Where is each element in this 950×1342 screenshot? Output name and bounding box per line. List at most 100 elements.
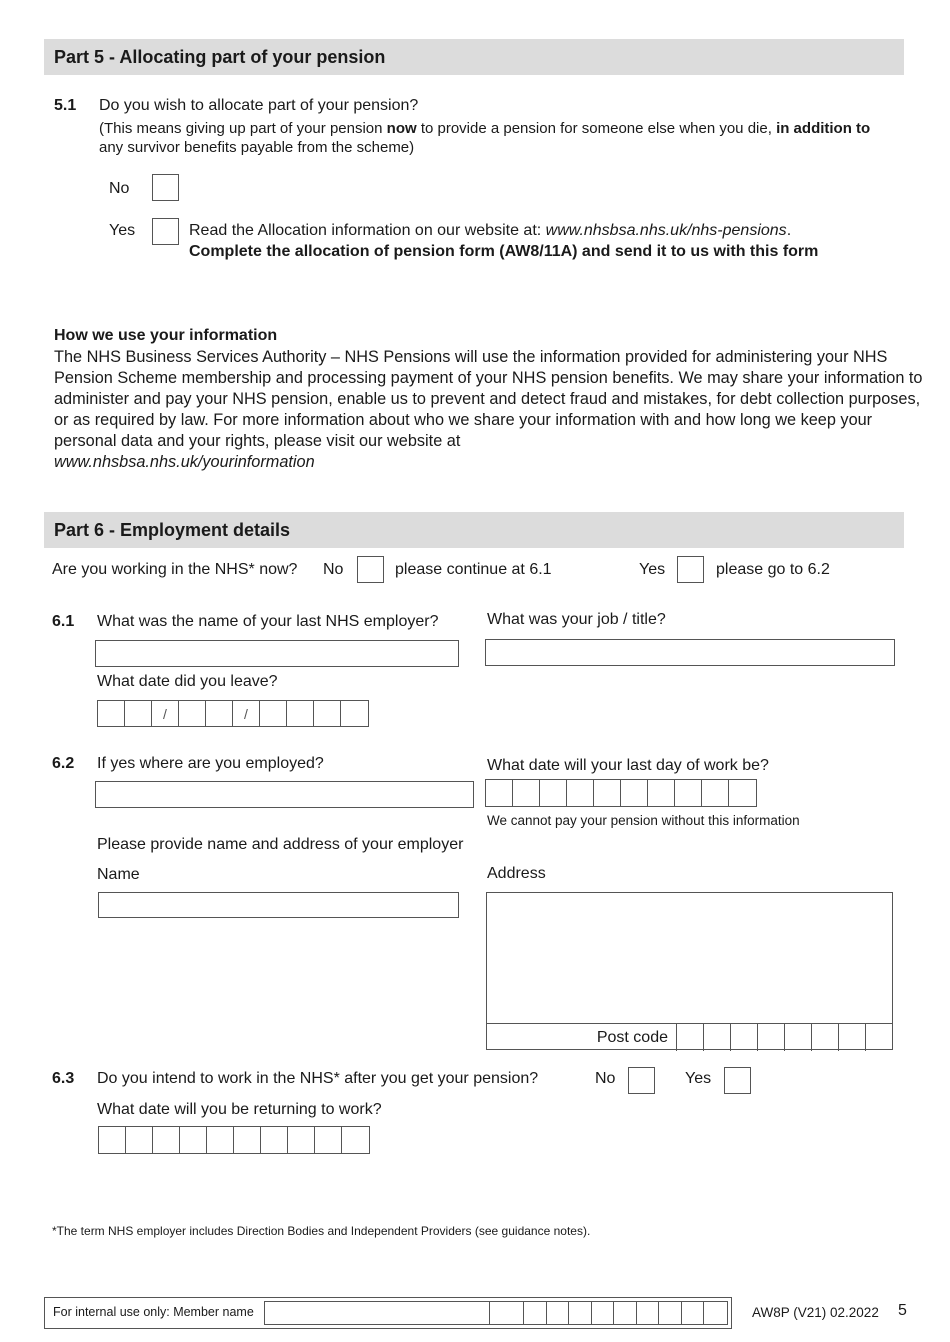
q61-employer-label: What was the name of your last NHS emplo…	[97, 613, 439, 630]
digit-cell[interactable]: /	[233, 701, 260, 726]
q51-number: 5.1	[54, 97, 77, 114]
postcode-cell[interactable]	[785, 1024, 812, 1051]
digit-cell[interactable]	[567, 780, 594, 806]
digit-cell[interactable]	[490, 1302, 524, 1324]
q63-yes-checkbox[interactable]	[724, 1067, 751, 1094]
digit-cell[interactable]	[486, 780, 513, 806]
digit-cell[interactable]	[648, 780, 675, 806]
q62-address-label: Address	[487, 865, 546, 882]
digit-cell[interactable]	[614, 1302, 637, 1324]
digit-cell[interactable]	[261, 1127, 288, 1153]
working-no-label: No	[323, 561, 344, 578]
working-yes-label: Yes	[639, 561, 666, 578]
q62-last-day-note: We cannot pay your pension without this …	[487, 813, 800, 828]
internal-use-label: For internal use only: Member name	[53, 1305, 254, 1319]
digit-cell[interactable]: /	[152, 701, 179, 726]
q51-yes-instruction: Complete the allocation of pension form …	[189, 243, 819, 260]
q63-yes-label: Yes	[685, 1070, 712, 1087]
leave-date-input[interactable]: / /	[97, 700, 369, 727]
current-employer-input[interactable]	[95, 781, 474, 808]
digit-cell[interactable]	[524, 1302, 547, 1324]
postcode-cell[interactable]	[704, 1024, 731, 1051]
digit-cell[interactable]	[342, 1127, 369, 1153]
digit-cell[interactable]	[206, 701, 233, 726]
working-yes-hint: please go to 6.2	[716, 561, 830, 578]
digit-cell[interactable]	[207, 1127, 234, 1153]
q62-provide-label: Please provide name and address of your …	[97, 836, 464, 853]
last-day-date-input[interactable]	[485, 779, 757, 807]
digit-cell[interactable]	[569, 1302, 592, 1324]
digit-cell[interactable]	[637, 1302, 659, 1324]
digit-cell[interactable]	[126, 1127, 153, 1153]
part6-header: Part 6 - Employment details	[44, 512, 904, 548]
digit-cell[interactable]	[153, 1127, 180, 1153]
employer-address-box: Post code	[486, 892, 893, 1051]
digit-cell[interactable]	[341, 701, 368, 726]
digit-cell[interactable]	[513, 780, 540, 806]
working-question: Are you working in the NHS* now?	[52, 561, 298, 578]
q63-number: 6.3	[52, 1070, 75, 1087]
member-name-input[interactable]	[264, 1301, 526, 1325]
postcode-cell[interactable]	[758, 1024, 785, 1051]
q62-name-label: Name	[97, 866, 140, 883]
digit-cell[interactable]	[315, 1127, 342, 1153]
digit-cell[interactable]	[547, 1302, 569, 1324]
page-number: 5	[898, 1302, 907, 1319]
digit-cell[interactable]	[287, 701, 314, 726]
digit-cell[interactable]	[682, 1302, 704, 1324]
nhs-pensions-link[interactable]: www.nhsbsa.nhs.uk/nhs-pensions	[546, 222, 787, 239]
working-no-hint: please continue at 6.1	[395, 561, 552, 578]
digit-cell[interactable]	[179, 701, 206, 726]
postcode-input[interactable]	[677, 1024, 893, 1051]
postcode-cell[interactable]	[839, 1024, 866, 1051]
q61-job-label: What was your job / title?	[487, 611, 666, 628]
footnote: *The term NHS employer includes Directio…	[52, 1224, 591, 1238]
last-employer-input[interactable]	[95, 640, 459, 667]
digit-cell[interactable]	[621, 780, 648, 806]
digit-cell[interactable]	[180, 1127, 207, 1153]
q51-no-label: No	[109, 180, 130, 197]
digit-cell[interactable]	[99, 1127, 126, 1153]
digit-cell[interactable]	[702, 780, 729, 806]
q63-no-checkbox[interactable]	[628, 1067, 655, 1094]
form-code: AW8P (V21) 02.2022	[752, 1305, 879, 1320]
digit-cell[interactable]	[540, 780, 567, 806]
postcode-cell[interactable]	[731, 1024, 758, 1051]
employer-name-input[interactable]	[98, 892, 459, 918]
return-date-input[interactable]	[98, 1126, 370, 1154]
postcode-row: Post code	[486, 1023, 893, 1051]
working-no-checkbox[interactable]	[357, 556, 384, 583]
digit-cell[interactable]	[704, 1302, 727, 1324]
digit-cell[interactable]	[659, 1302, 682, 1324]
digit-cell[interactable]	[260, 701, 287, 726]
q61-leave-label: What date did you leave?	[97, 673, 278, 690]
digit-cell[interactable]	[98, 701, 125, 726]
digit-cell[interactable]	[288, 1127, 315, 1153]
part5-header: Part 5 - Allocating part of your pension	[44, 39, 904, 75]
your-information-link[interactable]: www.nhsbsa.nhs.uk/yourinformation	[54, 453, 315, 471]
q51-no-checkbox[interactable]	[152, 174, 179, 201]
postcode-cell[interactable]	[812, 1024, 839, 1051]
member-ref-input[interactable]	[489, 1301, 728, 1325]
working-yes-checkbox[interactable]	[677, 556, 704, 583]
digit-cell[interactable]	[125, 701, 152, 726]
postcode-cell[interactable]	[677, 1024, 704, 1051]
q62-last-day-label: What date will your last day of work be?	[487, 757, 769, 774]
part5-title: Part 5 - Allocating part of your pension	[54, 47, 386, 67]
q63-no-label: No	[595, 1070, 616, 1087]
part6-title: Part 6 - Employment details	[54, 520, 291, 540]
q51-yes-info: Read the Allocation information on our w…	[189, 222, 792, 239]
digit-cell[interactable]	[729, 780, 756, 806]
digit-cell[interactable]	[675, 780, 702, 806]
digit-cell[interactable]	[594, 780, 621, 806]
digit-cell[interactable]	[234, 1127, 261, 1153]
postcode-cell[interactable]	[866, 1024, 893, 1051]
q51-note: (This means giving up part of your pensi…	[99, 120, 871, 156]
digit-cell[interactable]	[314, 701, 341, 726]
employer-address-input[interactable]	[487, 893, 892, 1023]
info-heading: How we use your information	[54, 327, 278, 344]
digit-cell[interactable]	[592, 1302, 614, 1324]
job-title-input[interactable]	[485, 639, 895, 666]
q51-yes-checkbox[interactable]	[152, 218, 179, 245]
q62-employed-label: If yes where are you employed?	[97, 755, 324, 772]
